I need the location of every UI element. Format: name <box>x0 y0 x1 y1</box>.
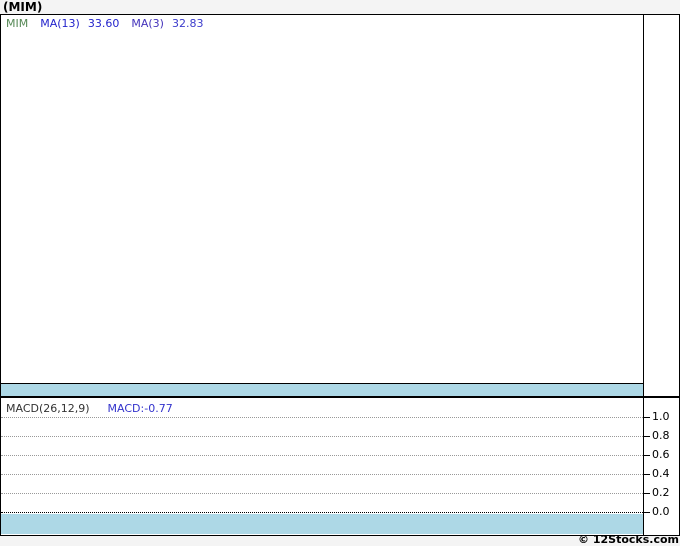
macd-panel-band <box>1 514 643 534</box>
gridline <box>1 436 643 437</box>
ticker-symbol-label: MIM <box>6 17 29 30</box>
tick-mark <box>644 417 650 418</box>
ma3-value: 32.83 <box>171 17 204 30</box>
gridline <box>1 455 643 456</box>
y-axis-label: 0.0 <box>652 505 670 518</box>
macd-value-label: MACD:-0.77 <box>107 402 173 415</box>
stock-chart-page: (MIM) MIM MA(13) 33.60 MA(3) 32.83 MACD(26,1… <box>0 0 680 546</box>
ma3-label: MA(3) <box>131 17 164 30</box>
y-axis-label: 0.4 <box>652 467 670 480</box>
tick-mark <box>644 455 650 456</box>
watermark-credit: © 12Stocks.com <box>578 533 679 546</box>
page-title: (MIM) <box>3 0 43 14</box>
price-panel-band <box>1 384 643 396</box>
ma13-value: 33.60 <box>87 17 120 30</box>
gridline <box>1 417 643 418</box>
macd-legend: MACD(26,12,9) MACD:-0.77 <box>6 402 173 415</box>
gridline <box>1 493 643 494</box>
zero-gridline <box>1 512 643 513</box>
y-axis-label: 1.0 <box>652 410 670 423</box>
ma13-label: MA(13) <box>40 17 80 30</box>
tick-mark <box>644 493 650 494</box>
y-axis-label: 0.8 <box>652 429 670 442</box>
y-axis-label: 0.6 <box>652 448 670 461</box>
y-axis-label: 0.2 <box>652 486 670 499</box>
gridline <box>1 474 643 475</box>
panel-divider-line <box>0 396 680 398</box>
tick-mark <box>644 474 650 475</box>
chart-frame <box>0 14 680 536</box>
price-legend: MIM MA(13) 33.60 MA(3) 32.83 <box>6 17 203 30</box>
axis-divider-line <box>643 14 644 535</box>
tick-mark <box>644 512 650 513</box>
macd-params-label: MACD(26,12,9) <box>6 402 90 415</box>
tick-mark <box>644 436 650 437</box>
